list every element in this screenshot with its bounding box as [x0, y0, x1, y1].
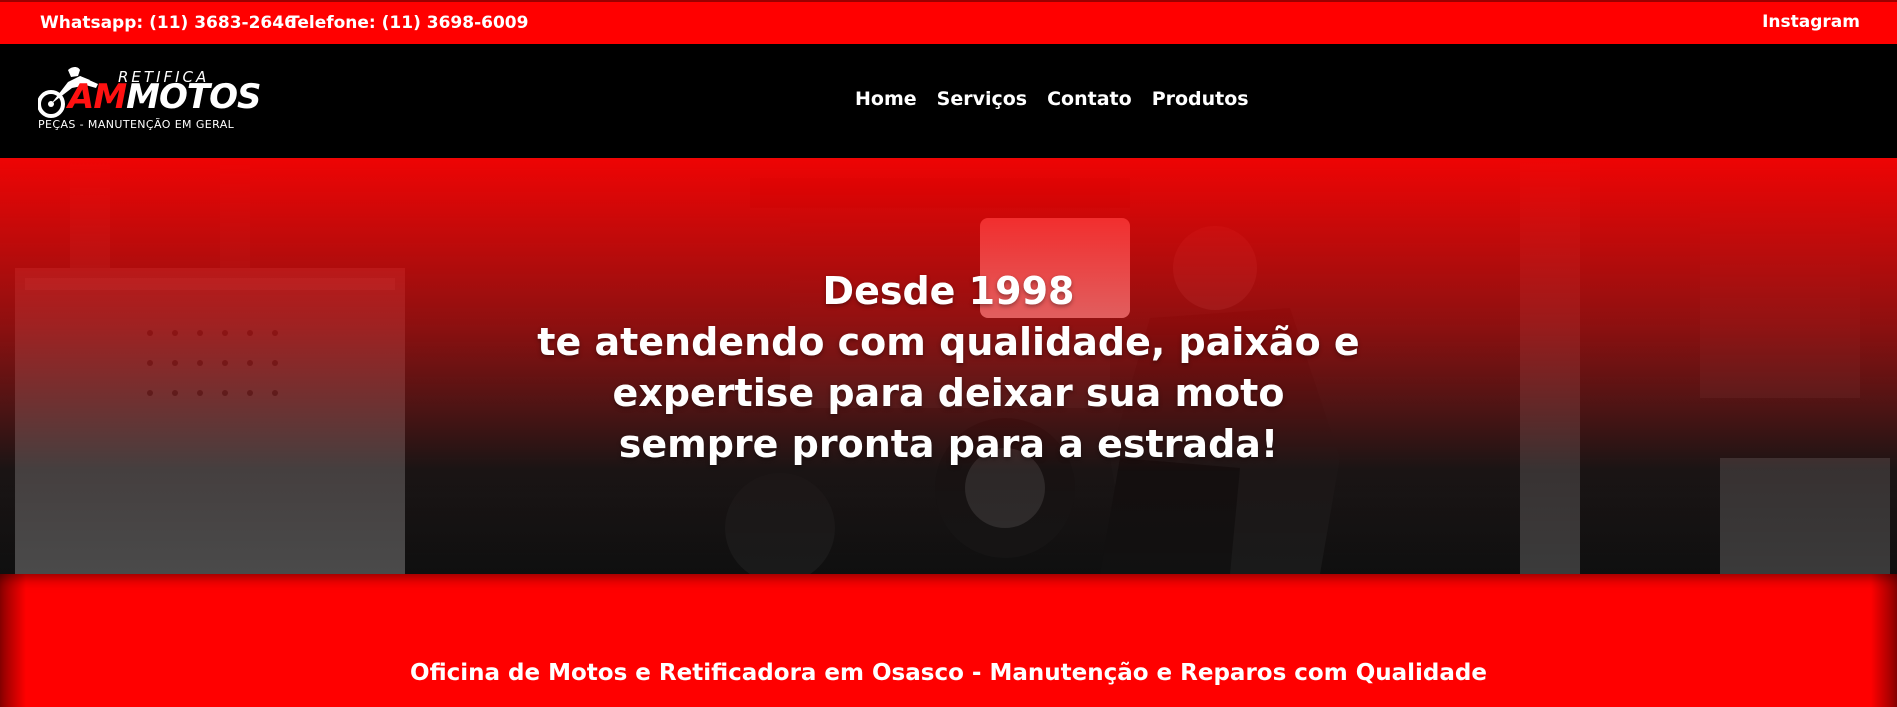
instagram-link[interactable]: Instagram — [1762, 12, 1860, 32]
section-shadow-right — [1871, 574, 1897, 707]
hero-banner: Desde 1998 te atendendo com qualidade, p… — [0, 158, 1897, 574]
whatsapp-link[interactable]: Whatsapp: (11) 3683-2646 — [40, 13, 296, 33]
main-navbar: RETIFICA AMMOTOS PEÇAS - MANUTENÇÃO EM G… — [0, 44, 1897, 158]
nav-servicos[interactable]: Serviços — [937, 88, 1027, 110]
hero-headline: Desde 1998 te atendendo com qualidade, p… — [420, 266, 1477, 470]
top-contact-bar: Whatsapp: (11) 3683-2646 Telefone: (11) … — [0, 0, 1897, 44]
logo-am: AM — [68, 77, 127, 117]
section-title: Oficina de Motos e Retificadora em Osasc… — [410, 660, 1487, 686]
logo-motos: MOTOS — [126, 77, 261, 117]
main-nav: Home Serviços Contato Produtos — [855, 88, 1249, 110]
phone-link[interactable]: Telefone: (11) 3698-6009 — [288, 13, 528, 33]
section-shadow-left — [0, 574, 26, 707]
site-logo[interactable]: RETIFICA AMMOTOS PEÇAS - MANUTENÇÃO EM G… — [38, 62, 261, 142]
nav-produtos[interactable]: Produtos — [1152, 88, 1249, 110]
logo-brand-text: AMMOTOS — [68, 77, 261, 117]
hero-line-tagline: te atendendo com qualidade, paixão e exp… — [537, 320, 1360, 466]
nav-home[interactable]: Home — [855, 88, 917, 110]
intro-section: Oficina de Motos e Retificadora em Osasc… — [0, 574, 1897, 707]
hero-line-since: Desde 1998 — [822, 269, 1075, 313]
logo-subtitle: PEÇAS - MANUTENÇÃO EM GERAL — [38, 118, 235, 131]
nav-contato[interactable]: Contato — [1047, 88, 1132, 110]
